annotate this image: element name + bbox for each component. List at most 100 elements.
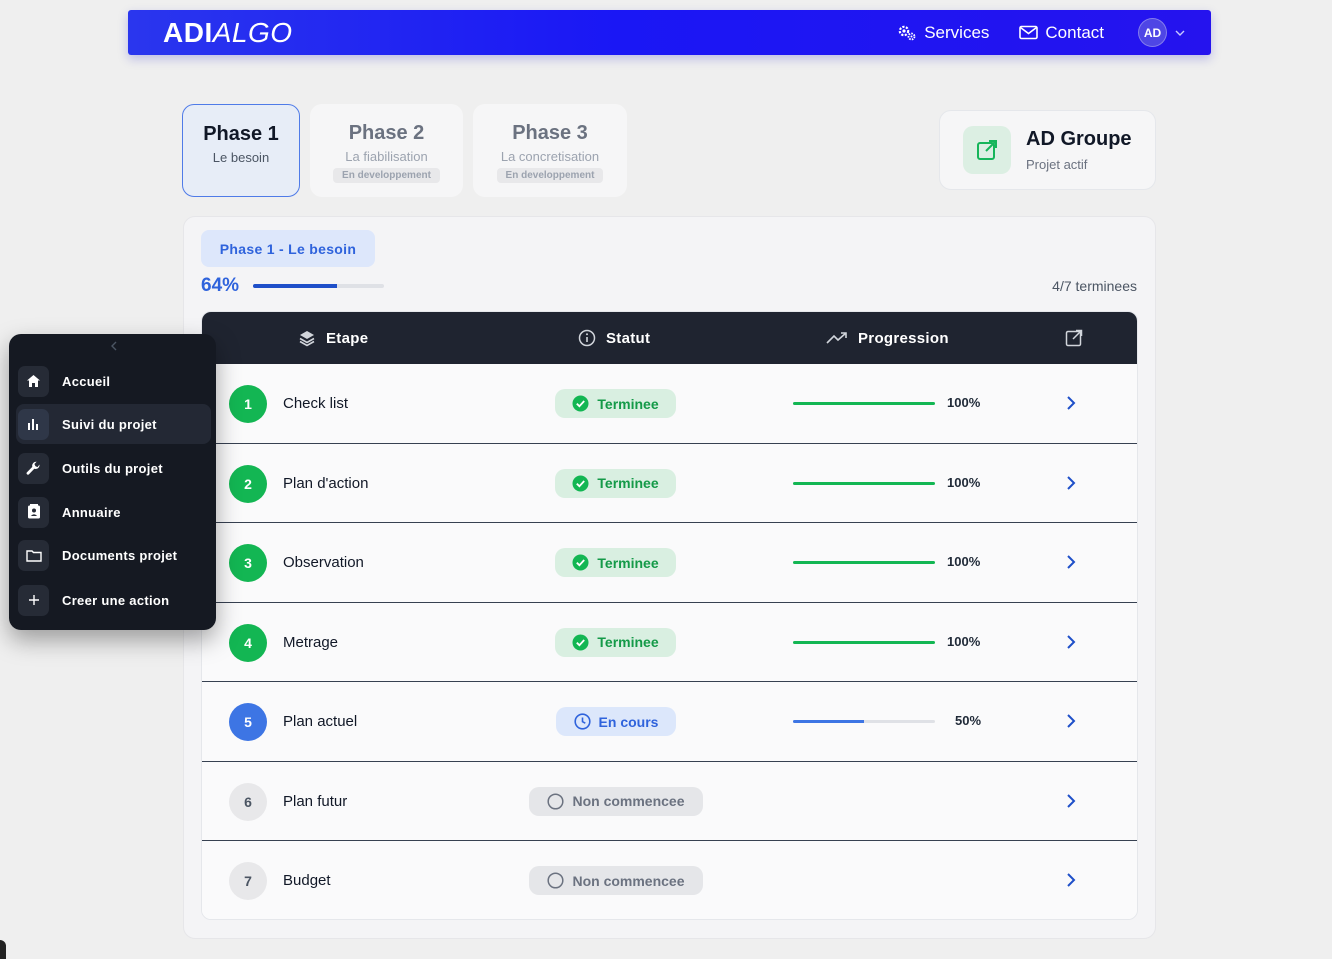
avatar: AD bbox=[1138, 18, 1167, 47]
sidebar-item-label: Suivi du projet bbox=[62, 416, 157, 432]
table-row[interactable]: 5 Plan actuel En cours 50% bbox=[202, 682, 1137, 762]
project-icon-box bbox=[963, 126, 1011, 174]
sidebar-item-creer[interactable]: Creer une action bbox=[16, 580, 211, 620]
window-corner bbox=[0, 940, 6, 959]
sidebar-item-label: Outils du projet bbox=[62, 460, 163, 476]
table-row[interactable]: 1 Check list Terminee 100% bbox=[202, 364, 1137, 444]
step-progress-value: 50% bbox=[955, 713, 982, 728]
sidebar-item-documents[interactable]: Documents projet bbox=[16, 535, 211, 575]
step-progress-fill bbox=[793, 402, 935, 405]
phase-tab-2[interactable]: Phase 2 La fiabilisation En developpemen… bbox=[310, 104, 463, 197]
step-name: Plan d'action bbox=[283, 474, 369, 492]
table-row[interactable]: 4 Metrage Terminee 100% bbox=[202, 602, 1137, 682]
table-row[interactable]: 6 Plan futur Non commencee bbox=[202, 761, 1137, 841]
table-row[interactable]: 2 Plan d'action Terminee 100% bbox=[202, 443, 1137, 523]
contact-book-icon bbox=[27, 504, 40, 519]
chevron-right-icon[interactable] bbox=[1066, 634, 1076, 650]
status-label: Terminee bbox=[597, 475, 659, 491]
empty-circle-icon bbox=[547, 872, 565, 889]
step-number: 2 bbox=[229, 464, 267, 503]
logo-italic: ALGO bbox=[212, 16, 293, 48]
header-step: Etape bbox=[298, 329, 368, 347]
status-badge: Non commencee bbox=[529, 786, 703, 816]
status-badge: Terminee bbox=[555, 389, 676, 418]
sidebar-item-outils[interactable]: Outils du projet bbox=[16, 448, 211, 488]
phase-progress-fill bbox=[253, 284, 337, 288]
step-name: Budget bbox=[283, 872, 331, 889]
step-number: 5 bbox=[229, 703, 267, 741]
status-badge: Terminee bbox=[555, 468, 676, 498]
step-progress-bar bbox=[793, 720, 935, 723]
table-row[interactable]: 3 Observation Terminee 100% bbox=[202, 523, 1137, 603]
chevron-left-icon[interactable] bbox=[109, 340, 119, 352]
phase-tab-3[interactable]: Phase 3 La concretisation En developpeme… bbox=[473, 104, 627, 197]
sidebar: Accueil Suivi du projet Outils du projet… bbox=[9, 334, 216, 630]
sidebar-item-label: Documents projet bbox=[62, 547, 178, 563]
home-icon bbox=[27, 375, 40, 387]
chevron-right-icon[interactable] bbox=[1066, 475, 1076, 491]
step-number: 6 bbox=[229, 782, 267, 821]
check-circle-icon bbox=[572, 634, 589, 650]
step-progress-bar bbox=[793, 481, 935, 485]
step-number: 4 bbox=[229, 623, 267, 662]
status-label: Non commencee bbox=[572, 872, 685, 889]
done-count: 4/7 terminees bbox=[1052, 278, 1137, 294]
step-number: 1 bbox=[229, 385, 267, 423]
sidebar-item-label: Creer une action bbox=[62, 592, 170, 608]
chevron-right-icon[interactable] bbox=[1066, 713, 1076, 729]
step-progress-value: 100% bbox=[947, 633, 981, 649]
step-number: 7 bbox=[229, 862, 267, 900]
header-progress-label: Progression bbox=[858, 329, 949, 347]
step-progress-fill bbox=[793, 720, 864, 723]
step-progress-bar bbox=[793, 640, 935, 644]
status-label: Terminee bbox=[597, 554, 659, 571]
clock-icon bbox=[573, 713, 591, 730]
phase-tab-1[interactable]: Phase 1 Le besoin bbox=[182, 104, 300, 197]
phase-progress-bar bbox=[253, 284, 384, 288]
step-progress-bar bbox=[793, 561, 935, 564]
nav-contact-label: Contact bbox=[1045, 22, 1104, 42]
logo-bold: ADI bbox=[163, 16, 213, 48]
phase-tab-subtitle: La fiabilisation bbox=[345, 149, 428, 164]
top-navbar: ADIALGO Services Contact AD bbox=[128, 10, 1211, 55]
nav-services[interactable]: Services bbox=[897, 23, 989, 43]
phase-label: Phase 1 - Le besoin bbox=[201, 230, 375, 267]
project-card[interactable]: AD Groupe Projet actif bbox=[939, 110, 1156, 190]
gears-icon bbox=[898, 25, 916, 40]
step-name: Observation bbox=[283, 554, 364, 571]
header-progress: Progression bbox=[826, 330, 949, 347]
phase-tab-badge: En developpement bbox=[333, 168, 440, 183]
phase-percent: 64% bbox=[201, 275, 240, 296]
phase-tab-subtitle: La concretisation bbox=[500, 149, 600, 164]
phase-tab-title: Phase 3 bbox=[512, 122, 588, 144]
app-logo[interactable]: ADIALGO bbox=[163, 17, 293, 49]
sidebar-item-annuaire[interactable]: Annuaire bbox=[16, 492, 211, 532]
sidebar-item-label: Accueil bbox=[62, 373, 111, 389]
phase-tab-title: Phase 2 bbox=[348, 122, 425, 144]
chevron-right-icon[interactable] bbox=[1066, 872, 1076, 888]
sidebar-item-accueil[interactable]: Accueil bbox=[16, 361, 211, 401]
info-icon bbox=[578, 329, 596, 347]
project-name: AD Groupe bbox=[1026, 128, 1132, 150]
side-icon-box bbox=[18, 365, 49, 397]
user-menu[interactable]: AD bbox=[1138, 18, 1185, 47]
side-icon-box bbox=[18, 452, 49, 484]
sidebar-item-suivi[interactable]: Suivi du projet bbox=[16, 404, 211, 444]
main-nav: Services Contact AD bbox=[867, 18, 1185, 47]
step-progress-fill bbox=[793, 561, 935, 564]
chevron-right-icon[interactable] bbox=[1066, 554, 1076, 570]
status-label: Non commencee bbox=[572, 793, 685, 809]
chevron-right-icon[interactable] bbox=[1066, 395, 1076, 411]
header-status-label: Statut bbox=[606, 329, 651, 347]
check-circle-icon bbox=[572, 475, 589, 491]
empty-circle-icon bbox=[547, 792, 565, 810]
header-open[interactable] bbox=[1065, 329, 1093, 347]
table-row[interactable]: 7 Budget Non commencee bbox=[202, 841, 1137, 919]
step-name: Metrage bbox=[283, 633, 339, 651]
header-step-label: Etape bbox=[326, 329, 369, 347]
nav-contact[interactable]: Contact bbox=[1019, 23, 1104, 43]
chevron-right-icon[interactable] bbox=[1066, 793, 1076, 809]
steps-table: Etape Statut Progression 1 Check list Te… bbox=[201, 311, 1138, 920]
external-link-icon bbox=[977, 140, 997, 160]
status-label: Terminee bbox=[597, 634, 659, 650]
